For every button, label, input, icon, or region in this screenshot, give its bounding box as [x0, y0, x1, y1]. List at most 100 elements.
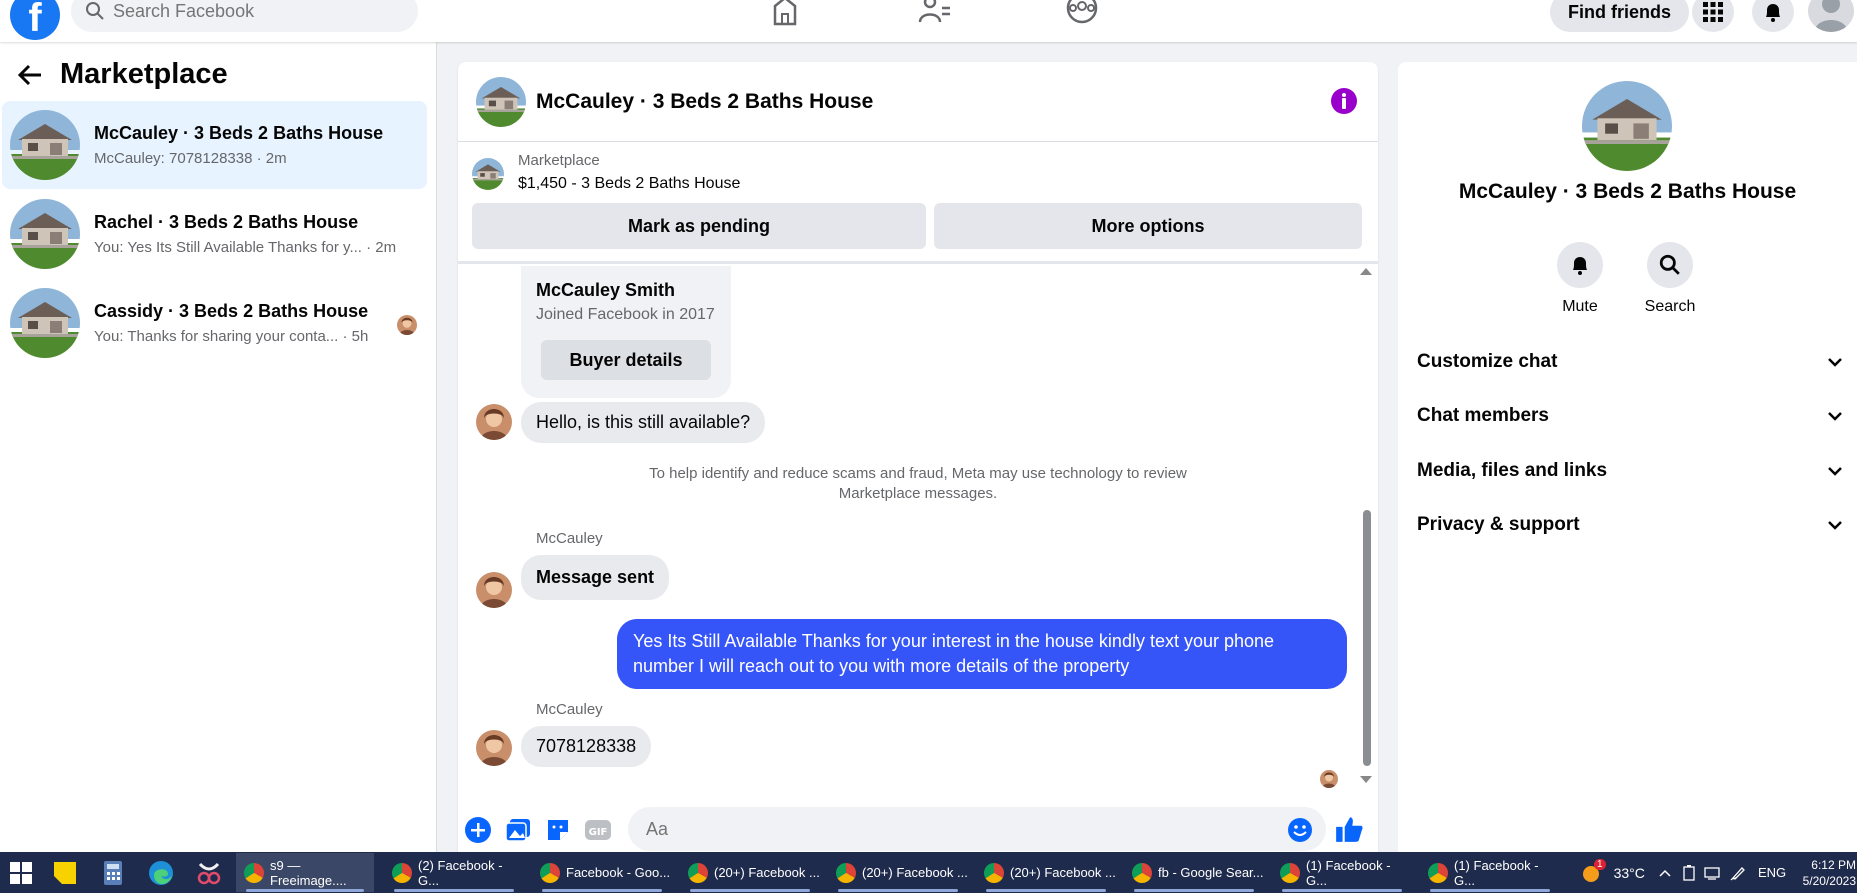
row-label: Media, files and links	[1417, 460, 1608, 481]
row-label: Customize chat	[1417, 351, 1558, 372]
taskbar-window[interactable]: s9 — Freeimage....	[236, 853, 374, 892]
clock-date: 5/20/2023	[1802, 873, 1856, 888]
conversation-name: Rachel · 3 Beds 2 Baths House	[94, 212, 359, 232]
chat-title[interactable]: McCauley · 3 Beds 2 Baths House	[536, 90, 873, 114]
weather-widget[interactable]: 1 33°C	[1580, 852, 1645, 893]
scroll-up-arrow[interactable]	[1360, 268, 1372, 275]
snipping-tool-icon[interactable]	[196, 860, 222, 886]
conversation-preview: You: Yes Its Still Available Thanks for …	[94, 239, 397, 256]
taskbar-window[interactable]: (20+) Facebook ...	[828, 853, 968, 892]
groups-icon[interactable]	[1064, 0, 1100, 26]
listing-thumbnail	[10, 110, 80, 180]
calculator-icon[interactable]	[100, 860, 126, 886]
chrome-icon	[836, 862, 856, 883]
chat-members-row[interactable]: Chat members	[1417, 396, 1843, 436]
plus-icon[interactable]	[464, 816, 492, 844]
mark-as-pending-button[interactable]: Mark as pending	[472, 203, 926, 249]
more-options-button[interactable]: More options	[934, 203, 1362, 249]
search-input[interactable]	[113, 0, 393, 22]
search-bar[interactable]	[71, 0, 418, 32]
outgoing-message-bubble: Yes Its Still Available Thanks for your …	[617, 619, 1347, 689]
photo-icon[interactable]	[504, 816, 532, 844]
sender-avatar[interactable]	[476, 572, 512, 608]
mute-action[interactable]: Mute	[1550, 242, 1610, 316]
listing-summary[interactable]: Marketplace $1,450 - 3 Beds 2 Baths Hous…	[472, 152, 740, 193]
back-arrow-icon[interactable]	[16, 61, 44, 89]
chrome-icon	[1280, 862, 1300, 883]
friends-icon[interactable]	[916, 0, 952, 26]
scroll-down-arrow[interactable]	[1360, 776, 1372, 783]
message-bubble: 7078128338	[521, 726, 652, 767]
media-files-links-row[interactable]: Media, files and links	[1417, 451, 1843, 491]
search-icon	[1659, 254, 1680, 275]
emoji-icon[interactable]	[1286, 816, 1314, 844]
taskbar-window[interactable]: fb - Google Sear...	[1124, 853, 1264, 892]
sender-name: McCauley	[536, 701, 603, 718]
sender-avatar[interactable]	[476, 730, 512, 766]
search-label: Search	[1644, 298, 1696, 315]
gif-icon[interactable]: GIF	[584, 816, 612, 844]
chevron-down-icon	[1828, 358, 1842, 367]
taskbar-window[interactable]: (2) Facebook - G...	[384, 853, 524, 892]
chevron-up-icon[interactable]	[1658, 868, 1672, 878]
system-tray: ENG	[1658, 852, 1786, 893]
sticker-icon[interactable]	[544, 816, 572, 844]
sender-avatar[interactable]	[476, 404, 512, 440]
message-composer: GIF	[458, 802, 1378, 852]
windows-start-icon[interactable]	[10, 862, 32, 884]
sidebar-title: Marketplace	[60, 58, 228, 90]
conversation-item[interactable]: Cassidy · 3 Beds 2 Baths House You: Than…	[2, 279, 427, 367]
taskbar-window[interactable]: (1) Facebook - G...	[1272, 853, 1412, 892]
search-icon	[86, 2, 104, 20]
temperature: 33°C	[1613, 864, 1645, 881]
like-icon[interactable]	[1334, 814, 1364, 844]
taskbar-window[interactable]: Facebook - Goo...	[532, 853, 672, 892]
taskbar-window[interactable]: (20+) Facebook ...	[680, 853, 820, 892]
find-friends-button[interactable]: Find friends	[1550, 0, 1689, 32]
privacy-support-row[interactable]: Privacy & support	[1417, 505, 1843, 545]
chat-listing-thumbnail[interactable]	[476, 77, 526, 127]
sticky-notes-icon[interactable]	[52, 860, 78, 886]
buyer-details-button[interactable]: Buyer details	[541, 340, 711, 380]
scrollbar-thumb[interactable]	[1363, 510, 1371, 766]
chrome-icon	[688, 862, 708, 883]
message-input[interactable]	[628, 807, 1326, 851]
search-action[interactable]: Search	[1640, 242, 1700, 316]
battery-icon[interactable]	[1682, 864, 1696, 881]
listing-label: Marketplace	[518, 152, 600, 169]
pen-icon[interactable]	[1730, 865, 1746, 881]
bell-icon	[1573, 257, 1587, 275]
menu-button[interactable]	[1692, 0, 1734, 32]
chrome-icon	[392, 862, 412, 883]
conversation-preview: McCauley: 7078128338 · 2m	[94, 150, 287, 167]
home-icon[interactable]	[767, 0, 803, 26]
notifications-button[interactable]	[1752, 0, 1794, 32]
conversation-item[interactable]: McCauley · 3 Beds 2 Baths House McCauley…	[2, 101, 427, 189]
taskbar-window[interactable]: (1) Facebook - G...	[1420, 853, 1560, 892]
listing-thumbnail	[10, 288, 80, 358]
language-indicator[interactable]: ENG	[1758, 865, 1786, 880]
user-silhouette-icon	[1814, 0, 1848, 32]
profile-avatar[interactable]	[1808, 0, 1854, 32]
buyer-joined: Joined Facebook in 2017	[536, 306, 715, 323]
edge-browser-icon[interactable]	[148, 860, 174, 886]
conversation-preview: You: Thanks for sharing your conta... · …	[94, 328, 369, 345]
facebook-logo[interactable]: f	[10, 0, 60, 40]
safety-notice: To help identify and reduce scams and fr…	[458, 464, 1378, 504]
customize-chat-row[interactable]: Customize chat	[1417, 342, 1843, 382]
clock[interactable]: 6:12 PM 5/20/2023	[1798, 852, 1856, 893]
buyer-name: McCauley Smith	[536, 280, 676, 300]
marketplace-sidebar: Marketplace McCauley · 3 Beds 2 Baths Ho…	[0, 42, 437, 852]
row-label: Chat members	[1417, 405, 1549, 426]
chevron-down-icon	[1828, 412, 1842, 421]
network-icon[interactable]	[1704, 866, 1722, 880]
taskbar-window[interactable]: (20+) Facebook ...	[976, 853, 1116, 892]
info-icon[interactable]	[1330, 87, 1358, 115]
conversation-item[interactable]: Rachel · 3 Beds 2 Baths House You: Yes I…	[2, 190, 427, 278]
chrome-icon	[1132, 862, 1152, 883]
conversation-name: McCauley · 3 Beds 2 Baths House	[94, 123, 384, 143]
chrome-icon	[984, 862, 1004, 883]
sidebar-header: Marketplace	[16, 58, 228, 91]
seen-avatar	[397, 315, 417, 335]
listing-avatar[interactable]	[1582, 81, 1672, 171]
